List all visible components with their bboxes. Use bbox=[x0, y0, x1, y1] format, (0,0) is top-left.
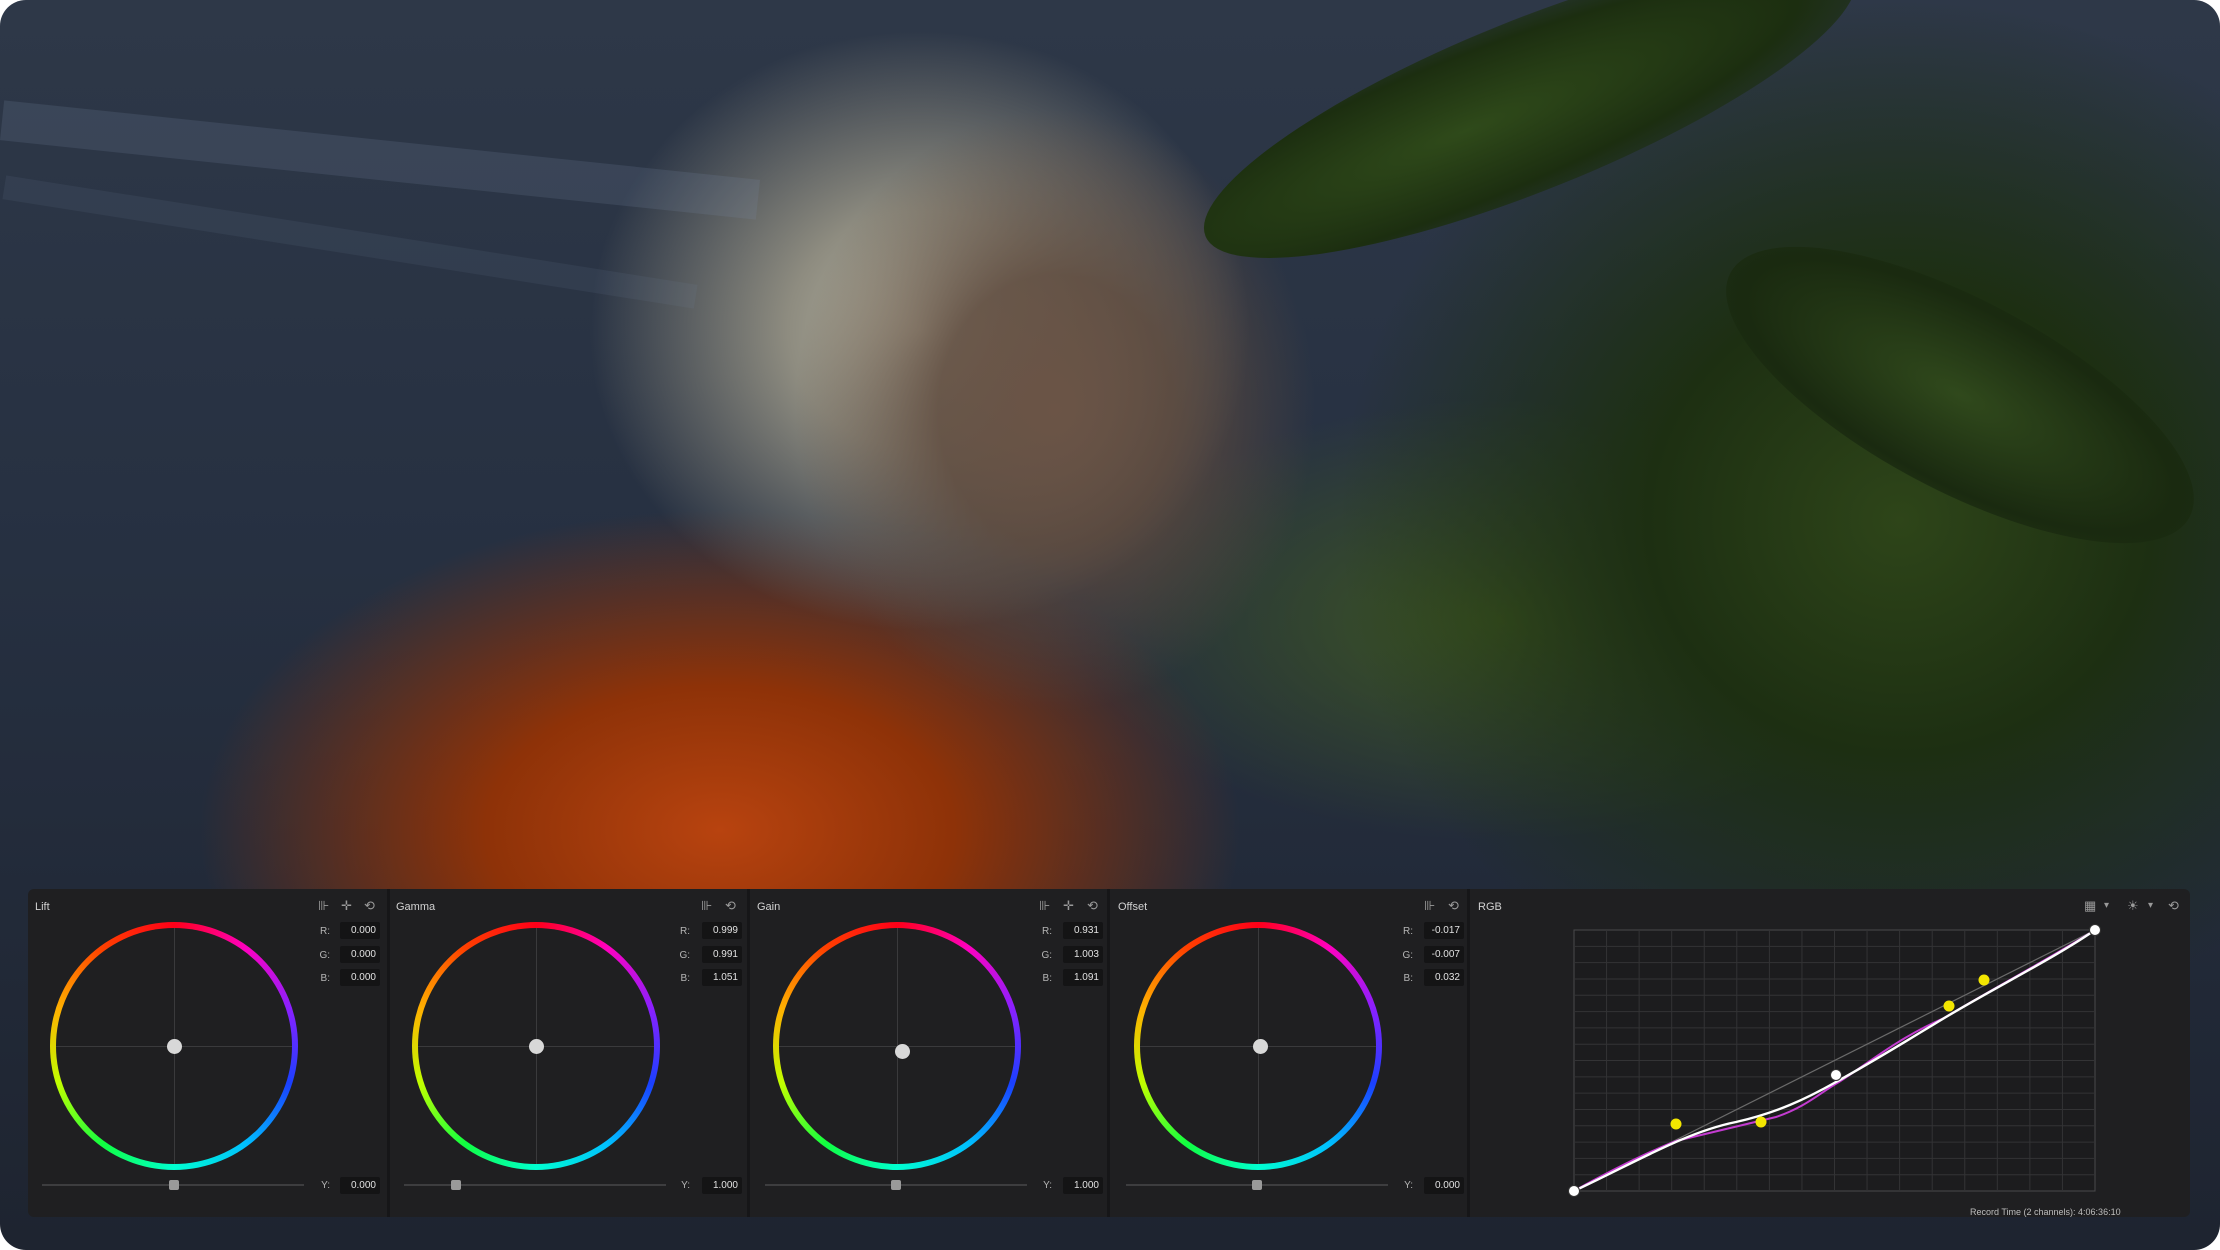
curve-control-point[interactable] bbox=[1670, 1118, 1682, 1130]
slider-knob[interactable] bbox=[451, 1180, 461, 1190]
panel-divider bbox=[1467, 889, 1470, 1217]
curve-graph[interactable] bbox=[1536, 917, 2196, 1207]
y-label: Y: bbox=[681, 1180, 690, 1191]
wheel-handle[interactable] bbox=[167, 1039, 182, 1054]
r-label: R: bbox=[1403, 926, 1413, 937]
y-label: Y: bbox=[321, 1180, 330, 1191]
wheel-handle[interactable] bbox=[529, 1039, 544, 1054]
curve-control-point[interactable] bbox=[1755, 1116, 1767, 1128]
panel-divider bbox=[1107, 889, 1110, 1217]
r-value-field[interactable]: 0.000 bbox=[340, 922, 380, 939]
g-label: G: bbox=[1402, 950, 1413, 961]
wheel-handle[interactable] bbox=[1253, 1039, 1268, 1054]
reset-icon[interactable]: ⟲ bbox=[364, 899, 375, 913]
wheel-title: Gain bbox=[757, 901, 781, 913]
b-label: B: bbox=[1403, 973, 1413, 984]
r-value-field[interactable]: 0.931 bbox=[1063, 922, 1103, 939]
video-frame: Lift ⊪ ✛ ⟲ R: G: B: 0.000 0.000 0.000 Y:… bbox=[0, 0, 2220, 1250]
g-value-field[interactable]: 0.000 bbox=[340, 946, 380, 963]
curve-control-point[interactable] bbox=[1830, 1069, 1842, 1081]
g-label: G: bbox=[319, 950, 330, 961]
b-value-field[interactable]: 0.000 bbox=[340, 969, 380, 986]
chevron-down-icon[interactable]: ▾ bbox=[2148, 899, 2153, 913]
curve-control-point[interactable] bbox=[1943, 1000, 1955, 1012]
r-value-field[interactable]: 0.999 bbox=[702, 922, 742, 939]
b-value-field[interactable]: 1.091 bbox=[1063, 969, 1103, 986]
curve-control-point[interactable] bbox=[1978, 974, 1990, 986]
master-slider[interactable] bbox=[404, 1184, 666, 1186]
grid-icon[interactable]: ▦ bbox=[2084, 899, 2096, 913]
y-value-field[interactable]: 1.000 bbox=[702, 1177, 742, 1194]
reset-icon[interactable]: ⟲ bbox=[1448, 899, 1459, 913]
wheel-handle[interactable] bbox=[895, 1044, 910, 1059]
crosshair-icon[interactable]: ✛ bbox=[341, 899, 352, 913]
g-label: G: bbox=[1041, 950, 1052, 961]
wheel-title: Offset bbox=[1118, 901, 1148, 913]
reset-icon[interactable]: ⟲ bbox=[1087, 899, 1098, 913]
crosshair-icon[interactable]: ✛ bbox=[1063, 899, 1074, 913]
panel-divider bbox=[387, 889, 390, 1217]
y-value-field[interactable]: 0.000 bbox=[1424, 1177, 1464, 1194]
wheel-title: Gamma bbox=[396, 901, 436, 913]
b-value-field[interactable]: 0.032 bbox=[1424, 969, 1464, 986]
reset-icon[interactable]: ⟲ bbox=[725, 899, 736, 913]
r-value-field[interactable]: -0.017 bbox=[1424, 922, 1464, 939]
g-value-field[interactable]: -0.007 bbox=[1424, 946, 1464, 963]
y-label: Y: bbox=[1043, 1180, 1052, 1191]
r-label: R: bbox=[680, 926, 690, 937]
reset-icon[interactable]: ⟲ bbox=[2168, 899, 2179, 913]
sun-icon[interactable]: ☀ bbox=[2127, 899, 2139, 913]
b-label: B: bbox=[320, 973, 330, 984]
curve-endpoint-black[interactable] bbox=[1568, 1185, 1580, 1197]
g-label: G: bbox=[679, 950, 690, 961]
foliage-leaf bbox=[1685, 189, 2220, 601]
slider-knob[interactable] bbox=[169, 1180, 179, 1190]
b-value-field[interactable]: 1.051 bbox=[702, 969, 742, 986]
r-label: R: bbox=[320, 926, 330, 937]
y-label: Y: bbox=[1404, 1180, 1413, 1191]
sliders-icon[interactable]: ⊪ bbox=[701, 899, 712, 913]
curves-title: RGB bbox=[1478, 901, 1502, 913]
slider-knob[interactable] bbox=[891, 1180, 901, 1190]
panel-divider bbox=[747, 889, 750, 1217]
sliders-icon[interactable]: ⊪ bbox=[1424, 899, 1435, 913]
record-time-status: Record Time (2 channels): 4:06:36:10 bbox=[1970, 1207, 2121, 1217]
g-value-field[interactable]: 0.991 bbox=[702, 946, 742, 963]
y-value-field[interactable]: 0.000 bbox=[340, 1177, 380, 1194]
sliders-icon[interactable]: ⊪ bbox=[1039, 899, 1050, 913]
r-label: R: bbox=[1042, 926, 1052, 937]
b-label: B: bbox=[1042, 973, 1052, 984]
wheel-title: Lift bbox=[35, 901, 50, 913]
y-value-field[interactable]: 1.000 bbox=[1063, 1177, 1103, 1194]
sliders-icon[interactable]: ⊪ bbox=[318, 899, 329, 913]
slider-knob[interactable] bbox=[1252, 1180, 1262, 1190]
g-value-field[interactable]: 1.003 bbox=[1063, 946, 1103, 963]
curve-endpoint-white[interactable] bbox=[2089, 924, 2101, 936]
chevron-down-icon[interactable]: ▾ bbox=[2104, 899, 2109, 913]
b-label: B: bbox=[680, 973, 690, 984]
